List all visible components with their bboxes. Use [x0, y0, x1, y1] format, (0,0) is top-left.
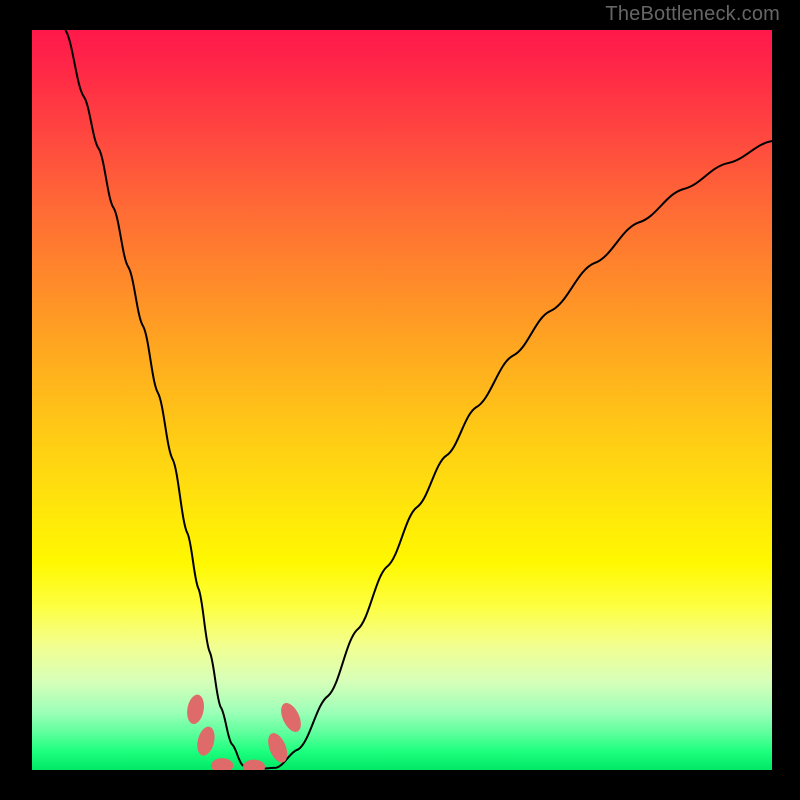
- curve-marker: [243, 760, 265, 770]
- curve-marker: [277, 700, 305, 735]
- curve-svg: [32, 30, 772, 770]
- watermark-source: TheBottleneck.com: [605, 3, 780, 26]
- chart-plot-area: [32, 30, 772, 770]
- curve-marker: [211, 758, 233, 770]
- bottleneck-curve: [65, 30, 772, 769]
- curve-marker: [194, 725, 217, 758]
- curve-marker: [185, 693, 206, 725]
